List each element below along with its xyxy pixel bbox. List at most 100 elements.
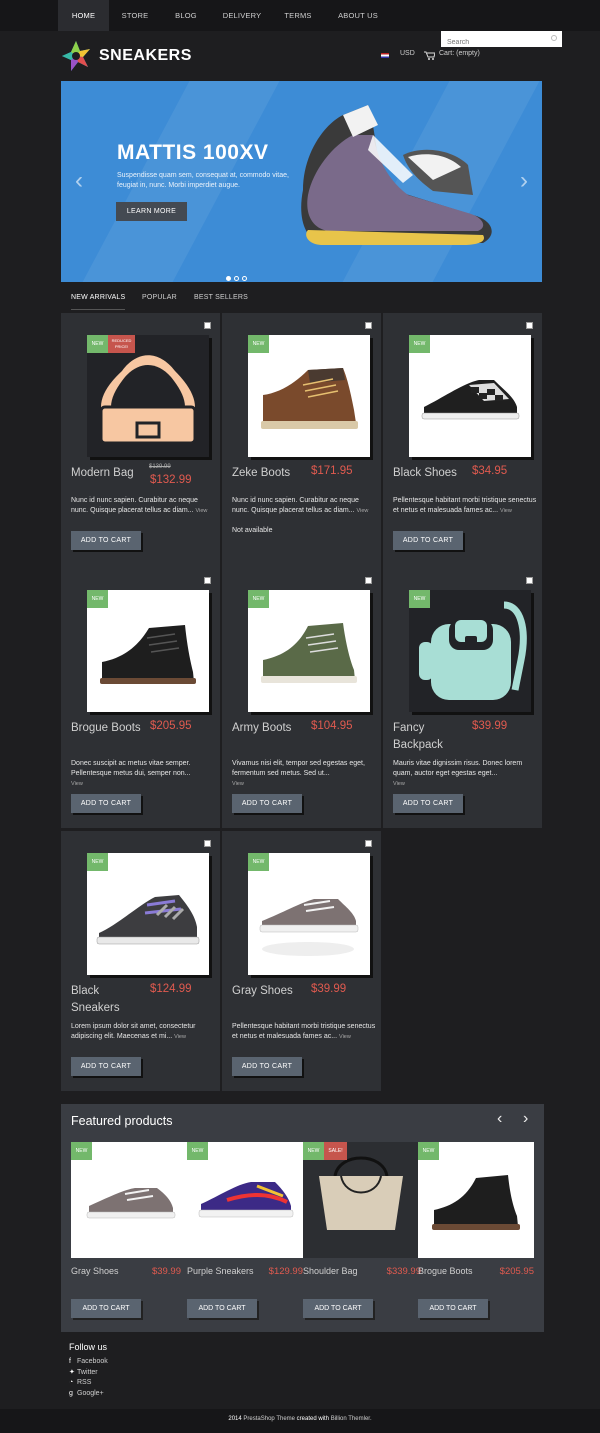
add-to-cart-button[interactable]: ADD TO CART xyxy=(71,794,141,813)
product-card[interactable]: NEW Brogue Boots $205.95 Donec suscipit … xyxy=(61,568,220,828)
view-link[interactable]: View xyxy=(174,1034,186,1040)
tab-new-arrivals[interactable]: NEW ARRIVALS xyxy=(71,288,126,310)
product-name[interactable]: Modern Bag xyxy=(71,465,149,482)
add-to-cart-button[interactable]: ADD TO CART xyxy=(71,1057,141,1076)
facebook-link[interactable]: f Facebook xyxy=(69,1357,108,1368)
add-to-cart-button[interactable]: ADD TO CART xyxy=(393,531,463,550)
nav-blog[interactable]: BLOG xyxy=(163,0,209,31)
featured-next-icon[interactable]: › xyxy=(523,1110,528,1128)
search-icon[interactable] xyxy=(551,35,557,41)
product-description: Pellentesque habitant morbi tristique se… xyxy=(232,1022,376,1042)
product-card[interactable]: NEW Army Boots $104.95 Vivamus nisi elit… xyxy=(222,568,381,828)
add-to-cart-button[interactable]: ADD TO CART xyxy=(187,1299,257,1318)
featured-name[interactable]: Purple Sneakers xyxy=(187,1266,254,1276)
product-card[interactable]: NEW Fancy Backpack $39.99 Mauris vitae d… xyxy=(383,568,542,828)
googleplus-link[interactable]: g Google+ xyxy=(69,1389,108,1400)
search-input[interactable] xyxy=(441,34,545,51)
compare-checkbox[interactable] xyxy=(365,840,372,847)
product-name[interactable]: Zeke Boots xyxy=(232,465,310,482)
boot-illustration xyxy=(100,625,196,684)
product-image[interactable]: NEW xyxy=(409,590,531,712)
product-card[interactable]: NEW Black Shoes $34.95 Pellentesque habi… xyxy=(383,313,542,568)
featured-image[interactable]: NEW xyxy=(187,1142,303,1258)
featured-image[interactable]: NEW SALE! xyxy=(303,1142,419,1258)
compare-checkbox[interactable] xyxy=(204,840,211,847)
view-link[interactable]: View xyxy=(232,781,244,787)
view-link[interactable]: View xyxy=(357,508,369,514)
view-link[interactable]: View xyxy=(339,1034,351,1040)
featured-name[interactable]: Gray Shoes xyxy=(71,1266,119,1276)
product-name[interactable]: Black Shoes xyxy=(393,465,471,482)
featured-item[interactable]: NEW SALE! Shoulder Bag $339.99 ADD TO CA… xyxy=(303,1142,421,1320)
featured-name[interactable]: Brogue Boots xyxy=(418,1266,473,1276)
footer-theme-link[interactable]: PrestaShop Theme xyxy=(243,1416,295,1422)
add-to-cart-button[interactable]: ADD TO CART xyxy=(232,794,302,813)
add-to-cart-button[interactable]: ADD TO CART xyxy=(71,1299,141,1318)
bag-illustration xyxy=(99,355,197,445)
us-flag-icon[interactable] xyxy=(381,53,389,58)
product-image[interactable]: NEW xyxy=(87,853,209,975)
compare-checkbox[interactable] xyxy=(365,577,372,584)
rss-link[interactable]: ◔ RSS xyxy=(69,1378,108,1389)
add-to-cart-button[interactable]: ADD TO CART xyxy=(418,1299,488,1318)
featured-item[interactable]: NEW Purple Sneakers $129.99 ADD TO CART xyxy=(187,1142,303,1320)
logo[interactable]: SNEAKERS xyxy=(61,40,201,74)
nav-about-us[interactable]: ABOUT US xyxy=(327,0,389,31)
banner-prev-arrow-icon[interactable]: ‹ xyxy=(75,167,83,195)
view-link[interactable]: View xyxy=(71,781,83,787)
compare-checkbox[interactable] xyxy=(365,322,372,329)
twitter-link[interactable]: ✦ Twitter xyxy=(69,1368,108,1379)
view-link[interactable]: View xyxy=(196,508,208,514)
nav-terms[interactable]: TERMS xyxy=(274,0,322,31)
product-name[interactable]: Army Boots xyxy=(232,720,310,737)
view-link[interactable]: View xyxy=(500,508,512,514)
product-image[interactable]: NEW REDUCED PRICE! xyxy=(87,335,209,457)
product-card[interactable]: NEW Gray Shoes $39.99 Pellentesque habit… xyxy=(222,831,381,1091)
cart-summary[interactable]: Cart: (empty) xyxy=(439,50,480,57)
featured-title: Featured products xyxy=(71,1114,173,1128)
product-image[interactable]: NEW xyxy=(409,335,531,457)
product-image[interactable]: NEW xyxy=(248,853,370,975)
cart-icon[interactable] xyxy=(424,51,435,60)
product-image[interactable]: NEW xyxy=(87,590,209,712)
compare-checkbox[interactable] xyxy=(204,577,211,584)
featured-image[interactable]: NEW xyxy=(71,1142,187,1258)
nav-delivery[interactable]: DELIVERY xyxy=(214,0,270,31)
nav-home[interactable]: HOME xyxy=(58,0,109,31)
product-price: $104.95 xyxy=(311,720,353,732)
view-link[interactable]: View xyxy=(393,781,405,787)
learn-more-button[interactable]: LEARN MORE xyxy=(116,202,187,221)
new-badge: NEW xyxy=(303,1142,324,1160)
featured-prev-icon[interactable]: ‹ xyxy=(497,1110,502,1128)
compare-checkbox[interactable] xyxy=(526,322,533,329)
featured-item[interactable]: NEW Brogue Boots $205.95 ADD TO CART xyxy=(418,1142,534,1320)
product-image[interactable]: NEW xyxy=(248,590,370,712)
banner-dot[interactable] xyxy=(226,276,231,281)
featured-item[interactable]: NEW Gray Shoes $39.99 ADD TO CART xyxy=(71,1142,187,1320)
tab-best-sellers[interactable]: BEST SELLERS xyxy=(194,288,248,310)
nav-store[interactable]: STORE xyxy=(111,0,159,31)
new-badge: NEW xyxy=(248,853,269,871)
tab-popular[interactable]: POPULAR xyxy=(142,288,177,310)
banner-dot[interactable] xyxy=(234,276,239,281)
product-image[interactable]: NEW xyxy=(248,335,370,457)
footer-author-link[interactable]: Billion Themler xyxy=(331,1416,370,1422)
currency-selector[interactable]: USD xyxy=(400,50,415,57)
banner-dot[interactable] xyxy=(242,276,247,281)
compare-checkbox[interactable] xyxy=(526,577,533,584)
add-to-cart-button[interactable]: ADD TO CART xyxy=(303,1299,373,1318)
product-name[interactable]: Fancy Backpack xyxy=(393,720,471,754)
add-to-cart-button[interactable]: ADD TO CART xyxy=(71,531,141,550)
compare-checkbox[interactable] xyxy=(204,322,211,329)
product-description: Nunc id nunc sapien. Curabitur ac neque … xyxy=(232,496,376,516)
product-card[interactable]: NEW Black Sneakers $124.99 Lorem ipsum d… xyxy=(61,831,220,1091)
product-card[interactable]: NEW Zeke Boots $171.95 Nunc id nunc sapi… xyxy=(222,313,381,568)
featured-image[interactable]: NEW xyxy=(418,1142,534,1258)
banner-next-arrow-icon[interactable]: › xyxy=(520,167,528,195)
featured-name[interactable]: Shoulder Bag xyxy=(303,1266,358,1276)
product-name[interactable]: Black Sneakers xyxy=(71,983,149,1017)
add-to-cart-button[interactable]: ADD TO CART xyxy=(232,1057,302,1076)
add-to-cart-button[interactable]: ADD TO CART xyxy=(393,794,463,813)
product-card[interactable]: NEW REDUCED PRICE! Modern Bag $139.99 $1… xyxy=(61,313,220,568)
product-name[interactable]: Brogue Boots xyxy=(71,720,149,737)
